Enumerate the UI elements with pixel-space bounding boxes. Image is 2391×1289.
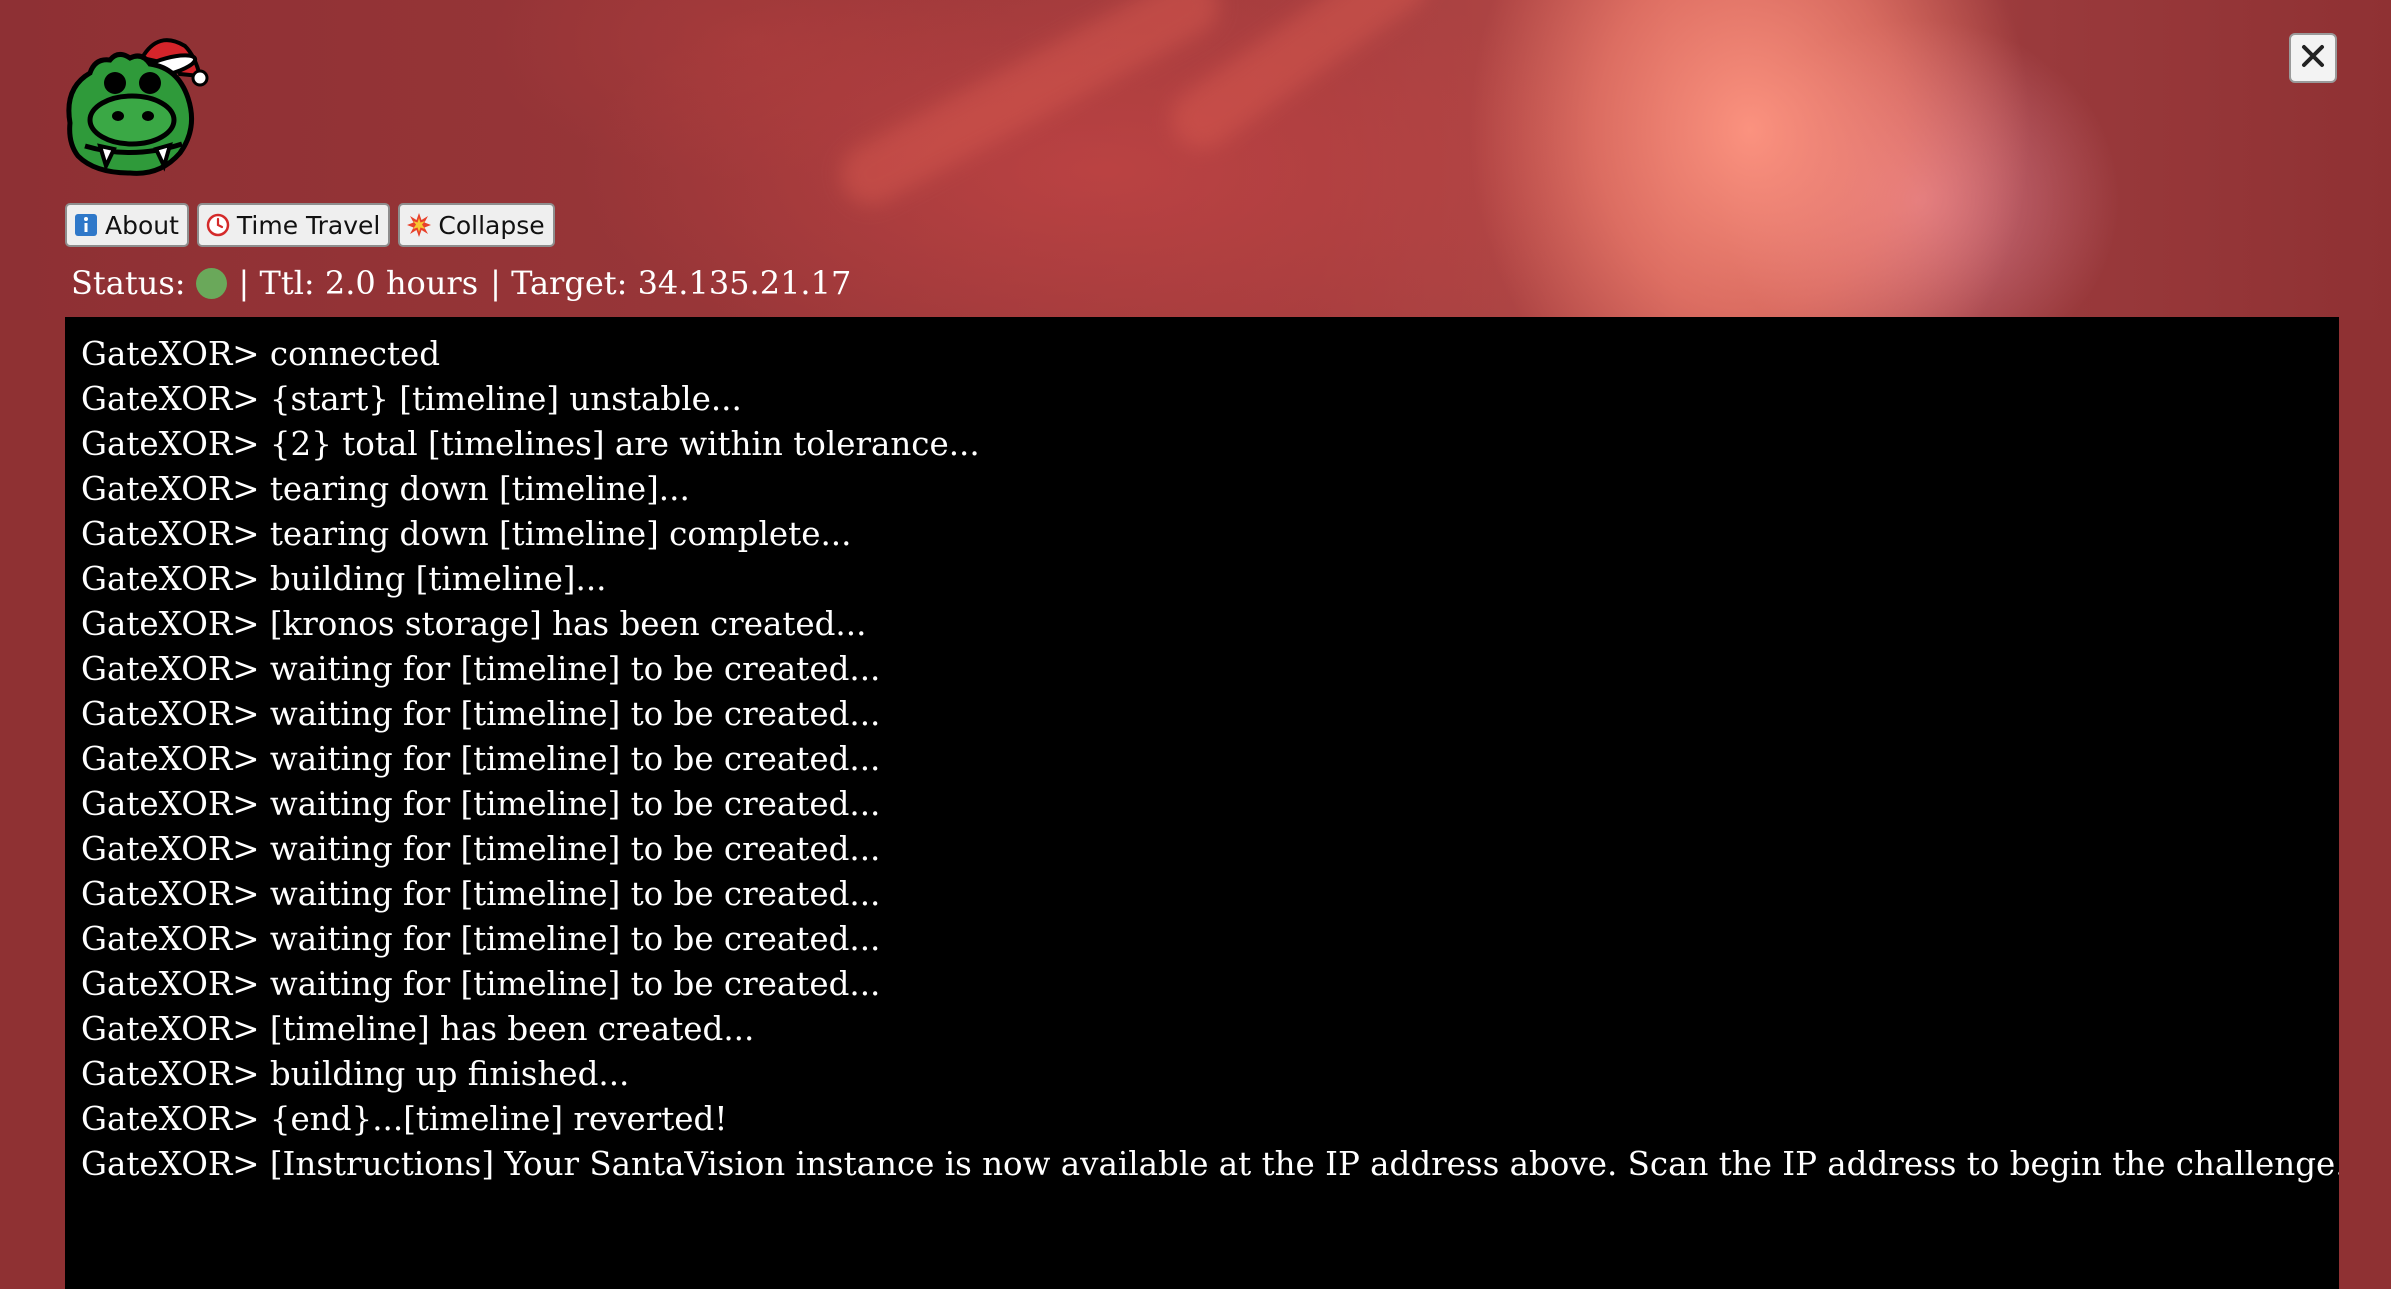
collapse-button[interactable]: Collapse [398, 203, 555, 247]
terminal-line: GateXOR> {start} [timeline] unstable... [81, 380, 742, 418]
terminal-line: GateXOR> waiting for [timeline] to be cr… [81, 650, 881, 688]
close-icon [2300, 43, 2326, 73]
terminal-line: GateXOR> waiting for [timeline] to be cr… [81, 740, 881, 778]
target-value: | Target: 34.135.21.17 [490, 264, 852, 302]
terminal-line: GateXOR> tearing down [timeline]... [81, 470, 690, 508]
terminal-line: GateXOR> connected [81, 335, 441, 373]
terminal-line: GateXOR> waiting for [timeline] to be cr… [81, 920, 881, 958]
terminal-line: GateXOR> waiting for [timeline] to be cr… [81, 785, 881, 823]
terminal-line: GateXOR> tearing down [timeline] complet… [81, 515, 852, 553]
terminal-line: GateXOR> {end}...[timeline] reverted! [81, 1100, 728, 1138]
terminal-line: GateXOR> [Instructions] Your SantaVision… [81, 1145, 2339, 1183]
burst-icon [406, 212, 432, 238]
status-label: Status: [71, 264, 186, 302]
terminal-line: GateXOR> waiting for [timeline] to be cr… [81, 695, 881, 733]
close-button[interactable] [2289, 33, 2337, 83]
status-line: Status: | Ttl: 2.0 hours | Target: 34.13… [71, 264, 851, 302]
clock-icon [205, 212, 231, 238]
toolbar: About Time Travel Collapse [65, 203, 555, 247]
terminal-line: GateXOR> building up finished... [81, 1055, 630, 1093]
terminal-line: GateXOR> building [timeline]... [81, 560, 607, 598]
ttl-value: | Ttl: 2.0 hours [238, 264, 479, 302]
status-indicator [195, 267, 227, 299]
terminal-line: GateXOR> [timeline] has been created... [81, 1010, 755, 1048]
collapse-label: Collapse [438, 210, 545, 240]
info-icon [73, 212, 99, 238]
terminal-line: GateXOR> waiting for [timeline] to be cr… [81, 830, 881, 868]
gator-logo-icon [60, 28, 210, 178]
terminal-line: GateXOR> [kronos storage] has been creat… [81, 605, 867, 643]
time-travel-button[interactable]: Time Travel [196, 203, 391, 247]
about-button[interactable]: About [65, 203, 189, 247]
terminal-line: GateXOR> {2} total [timelines] are withi… [81, 425, 980, 463]
terminal-line: GateXOR> waiting for [timeline] to be cr… [81, 965, 881, 1003]
time-travel-label: Time Travel [236, 210, 381, 240]
terminal-output[interactable]: GateXOR> connected GateXOR> {start} [tim… [65, 317, 2339, 1289]
terminal-line: GateXOR> waiting for [timeline] to be cr… [81, 875, 881, 913]
about-label: About [105, 210, 179, 240]
